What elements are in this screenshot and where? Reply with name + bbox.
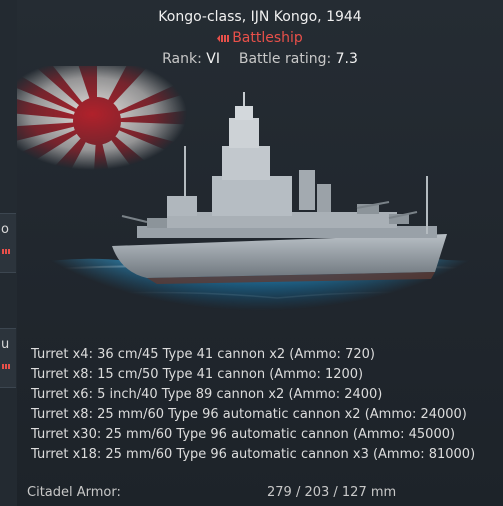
weapon-row: Turret x6: 5 inch/40 Type 89 cannon x2 (… <box>31 387 383 402</box>
citadel-armor-label: Citadel Armor: <box>27 485 121 500</box>
battleship-class-icon <box>2 364 10 369</box>
rising-sun-flag-icon <box>17 66 227 206</box>
weapon-row: Turret x4: 36 cm/45 Type 41 cannon x2 (A… <box>31 347 375 362</box>
battle-rating-value: 7.3 <box>335 51 358 67</box>
citadel-armor-value: 279 / 203 / 127 mm <box>267 485 397 500</box>
vehicle-list-strip: o u <box>0 0 18 506</box>
weapon-row: Turret x8: 15 cm/50 Type 41 cannon (Ammo… <box>31 367 364 382</box>
battle-rating-label: Battle rating: <box>238 51 332 67</box>
vehicle-card[interactable]: o <box>0 213 16 273</box>
weapons-list: Turret x4: 36 cm/45 Type 41 cannon x2 (A… <box>31 345 501 465</box>
rank-value: VI <box>206 51 220 67</box>
rank-label: Rank: <box>162 51 202 67</box>
battleship-class-icon <box>217 35 230 42</box>
vehicle-card-label: u <box>1 337 10 352</box>
vehicle-illustration <box>17 66 503 338</box>
vehicle-title: Kongo-class, IJN Kongo, 1944 <box>158 9 362 25</box>
weapon-row: Turret x30: 25 mm/60 Type 96 automatic c… <box>31 427 456 442</box>
vehicle-card-label: o <box>1 222 9 237</box>
weapon-row: Turret x8: 25 mm/60 Type 96 automatic ca… <box>31 407 467 422</box>
vehicle-class-label: Battleship <box>232 30 303 46</box>
vehicle-tooltip-panel: Kongo-class, IJN Kongo, 1944 Battleship … <box>17 0 503 506</box>
vehicle-class: Battleship <box>17 30 503 46</box>
battleship-class-icon <box>2 249 10 254</box>
vehicle-card[interactable]: u <box>0 328 16 388</box>
rank-line: Rank: VI Battle rating: 7.3 <box>17 51 503 67</box>
weapon-row: Turret x18: 25 mm/60 Type 96 automatic c… <box>31 447 476 462</box>
